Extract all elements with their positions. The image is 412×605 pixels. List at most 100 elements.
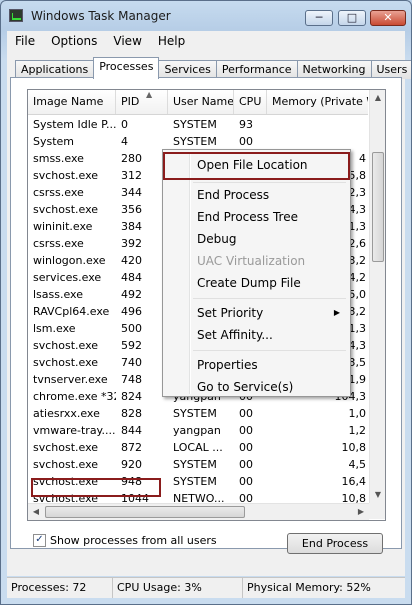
cell-image-name: System Idle P... bbox=[33, 118, 116, 131]
menu-end-process[interactable]: End Process bbox=[165, 184, 348, 206]
cell-image-name: svchost.exe bbox=[33, 441, 99, 454]
scroll-up-icon[interactable]: ▲ bbox=[370, 90, 385, 106]
context-menu-separator bbox=[193, 350, 346, 351]
menu-set-priority[interactable]: Set Priority ▶ bbox=[165, 302, 348, 324]
column-user-name[interactable]: User Name bbox=[168, 90, 234, 114]
cell-user-name: LOCAL ... bbox=[173, 441, 223, 454]
menu-bar: File Options View Help bbox=[7, 31, 405, 51]
cell-user-name: yangpan bbox=[173, 424, 221, 437]
menu-go-to-services[interactable]: Go to Service(s) bbox=[165, 376, 348, 398]
menu-set-affinity[interactable]: Set Affinity... bbox=[165, 324, 348, 346]
menu-uac-virtualization: UAC Virtualization bbox=[197, 254, 306, 268]
column-cpu[interactable]: CPU bbox=[234, 90, 267, 114]
cell-image-name: tvnserver.exe bbox=[33, 373, 108, 386]
cell-user-name: SYSTEM bbox=[173, 118, 217, 131]
menu-properties[interactable]: Properties bbox=[165, 354, 348, 376]
scroll-right-icon[interactable]: ▶ bbox=[353, 504, 369, 520]
cell-memory bbox=[267, 116, 368, 133]
title-bar[interactable]: Windows Task Manager ─ □ ✕ bbox=[1, 1, 411, 31]
tab-processes[interactable]: Processes bbox=[93, 57, 160, 79]
cell-cpu: 00 bbox=[239, 475, 253, 488]
cell-pid: 872 bbox=[121, 441, 142, 454]
cell-memory bbox=[267, 133, 368, 150]
cell-image-name: lsass.exe bbox=[33, 288, 83, 301]
cell-cpu: 00 bbox=[239, 424, 253, 437]
cell-pid: 0 bbox=[121, 118, 128, 131]
minimize-button[interactable]: ─ bbox=[305, 10, 333, 26]
menu-end-process-tree[interactable]: End Process Tree bbox=[165, 206, 348, 228]
menu-open-file-location[interactable]: Open File Location bbox=[165, 154, 348, 176]
show-all-processes-checkbox[interactable]: ✓ bbox=[33, 533, 46, 547]
cell-user-name: SYSTEM bbox=[173, 475, 217, 488]
cell-user-name: SYSTEM bbox=[173, 135, 217, 148]
cell-image-name: RAVCpl64.exe bbox=[33, 305, 110, 318]
menu-options[interactable]: Options bbox=[43, 34, 105, 48]
column-memory[interactable]: Memory (Private W bbox=[267, 90, 368, 114]
cell-pid: 312 bbox=[121, 169, 142, 182]
menu-create-dump-file[interactable]: Create Dump File bbox=[165, 272, 348, 294]
process-row[interactable]: svchost.exe 872 LOCAL ... 00 10,8 bbox=[28, 439, 368, 456]
cell-cpu: 00 bbox=[239, 458, 253, 471]
cell-memory: 1,2 bbox=[348, 424, 367, 437]
cell-image-name: svchost.exe bbox=[33, 169, 99, 182]
cell-image-name: atiesrxx.exe bbox=[33, 407, 100, 420]
cell-memory: 16,4 bbox=[341, 475, 367, 488]
status-processes: Processes: 72 bbox=[7, 578, 113, 598]
cell-pid: 740 bbox=[121, 356, 142, 369]
horizontal-scroll-thumb[interactable] bbox=[45, 506, 245, 518]
close-button[interactable]: ✕ bbox=[370, 10, 406, 26]
cell-image-name: services.exe bbox=[33, 271, 102, 284]
cell-memory: 1,0 bbox=[348, 407, 367, 420]
cell-pid: 344 bbox=[121, 186, 142, 199]
cell-image-name: svchost.exe bbox=[33, 203, 99, 216]
process-row[interactable]: svchost.exe 920 SYSTEM 00 4,5 bbox=[28, 456, 368, 473]
scroll-left-icon[interactable]: ◀ bbox=[28, 504, 44, 520]
menu-help[interactable]: Help bbox=[150, 34, 193, 48]
task-manager-window: Windows Task Manager ─ □ ✕ File Options … bbox=[0, 0, 412, 605]
show-all-processes-option[interactable]: ✓ Show processes from all users bbox=[33, 532, 217, 548]
menu-view[interactable]: View bbox=[105, 34, 149, 48]
cell-pid: 280 bbox=[121, 152, 142, 165]
scroll-down-icon[interactable]: ▼ bbox=[370, 487, 385, 503]
cell-pid: 844 bbox=[121, 424, 142, 437]
tab-strip: Applications Processes Services Performa… bbox=[15, 57, 411, 79]
cell-user-name: SYSTEM bbox=[173, 407, 217, 420]
process-row[interactable]: System 4 SYSTEM 00 bbox=[28, 133, 368, 150]
column-image-name[interactable]: Image Name bbox=[28, 90, 116, 114]
cell-cpu: 00 bbox=[239, 135, 253, 148]
cell-pid: 484 bbox=[121, 271, 142, 284]
menu-debug[interactable]: Debug bbox=[165, 228, 348, 250]
end-process-button[interactable]: End Process bbox=[287, 533, 383, 554]
window-title: Windows Task Manager bbox=[31, 9, 171, 23]
context-menu-separator bbox=[193, 298, 346, 299]
vertical-scrollbar[interactable]: ▲ ▼ bbox=[369, 90, 385, 503]
menu-file[interactable]: File bbox=[7, 34, 43, 48]
vertical-scroll-thumb[interactable] bbox=[372, 152, 384, 262]
status-bar: Processes: 72 CPU Usage: 3% Physical Mem… bbox=[7, 577, 405, 598]
cell-pid: 392 bbox=[121, 237, 142, 250]
maximize-button[interactable]: □ bbox=[338, 10, 366, 26]
cell-memory: 10,8 bbox=[341, 441, 367, 454]
sort-ascending-icon: ▲ bbox=[146, 90, 153, 99]
cell-pid: 384 bbox=[121, 220, 142, 233]
menu-set-priority-label: Set Priority bbox=[197, 306, 264, 320]
context-menu-separator bbox=[193, 182, 346, 183]
cell-image-name: csrss.exe bbox=[33, 186, 84, 199]
process-row[interactable]: vmware-tray.... 844 yangpan 00 1,2 bbox=[28, 422, 368, 439]
cell-image-name: winlogon.exe bbox=[33, 254, 106, 267]
cell-pid: 420 bbox=[121, 254, 142, 267]
horizontal-scrollbar[interactable]: ◀ ▶ bbox=[28, 503, 369, 520]
cell-image-name: svchost.exe bbox=[33, 339, 99, 352]
process-row[interactable]: atiesrxx.exe 828 SYSTEM 00 1,0 bbox=[28, 405, 368, 422]
cell-pid: 4 bbox=[121, 135, 128, 148]
cell-cpu: 93 bbox=[239, 118, 253, 131]
cell-memory: 4,5 bbox=[348, 458, 367, 471]
task-manager-app-icon bbox=[9, 9, 23, 22]
process-row[interactable]: System Idle P... 0 SYSTEM 93 bbox=[28, 116, 368, 133]
cell-pid: 824 bbox=[121, 390, 142, 403]
column-pid[interactable]: ▲ PID bbox=[116, 90, 168, 114]
cell-pid: 920 bbox=[121, 458, 142, 471]
process-row[interactable]: svchost.exe 948 SYSTEM 00 16,4 bbox=[28, 473, 368, 490]
scrollbar-corner bbox=[369, 503, 385, 519]
status-cpu-usage: CPU Usage: 3% bbox=[113, 578, 243, 598]
